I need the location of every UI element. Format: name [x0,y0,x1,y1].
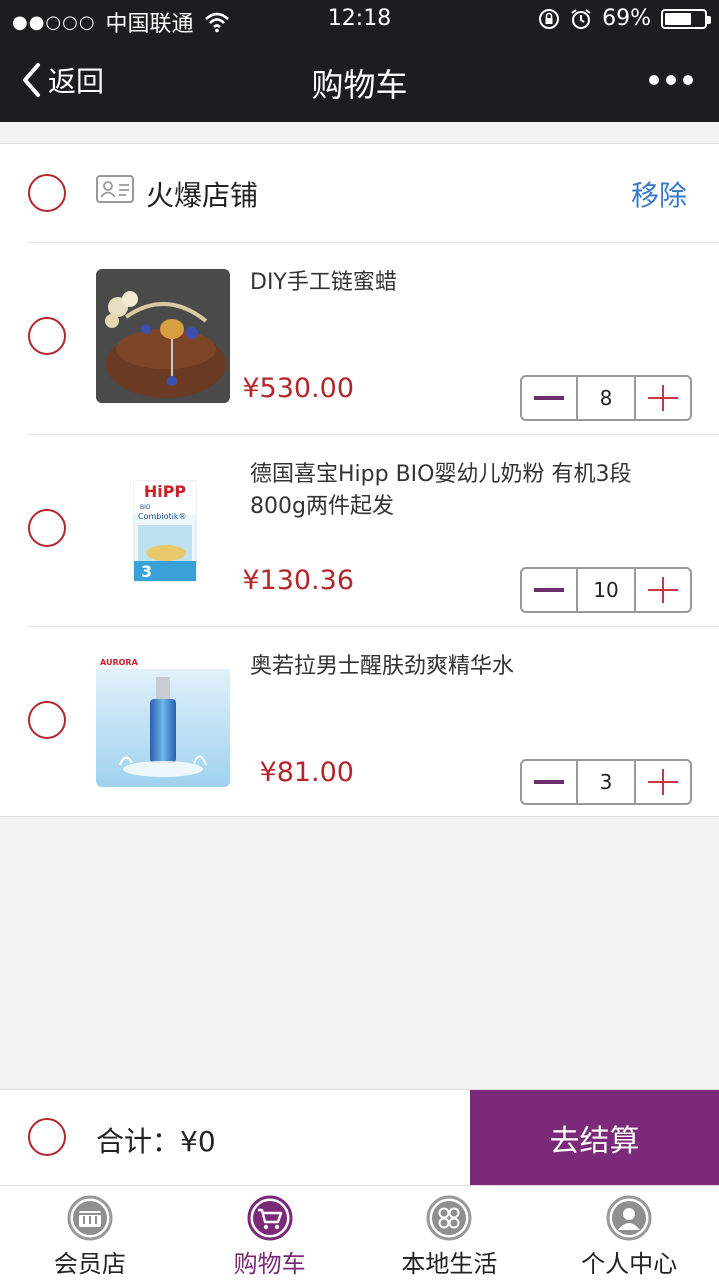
shop-name: 火爆店铺 [146,179,259,212]
cart-item: AURORA 奥若拉男士醒肤劲爽精华水 ¥81.00 [0,627,719,819]
shop-card-icon [96,175,134,203]
tab-profile[interactable]: 个人中心 [539,1186,719,1280]
remove-link[interactable]: 移除 [631,174,687,214]
bio-text: BIO [140,504,151,511]
select-all-radio[interactable] [28,1118,66,1156]
shop-header: 火爆店铺 移除 [0,144,719,242]
product-thumbnail[interactable] [96,269,230,403]
quantity-input[interactable] [576,761,636,803]
quantity-stepper [520,567,692,613]
tab-label: 购物车 [233,1250,306,1278]
more-dot-icon [649,75,659,85]
product-thumbnail[interactable]: HiPP BIO Combiotik® 3 [96,461,230,595]
more-dot-icon [666,75,676,85]
decrease-quantity-button[interactable] [522,377,576,419]
status-bar: ●●○○○ 中国联通 12:18 69% [0,0,719,40]
item-select-radio[interactable] [28,509,66,547]
product-price: ¥130.36 [242,565,354,596]
product-price: ¥81.00 [259,757,354,788]
tab-label: 个人中心 [581,1250,678,1278]
quantity-input[interactable] [576,377,636,419]
alarm-icon [571,8,591,29]
total-bar: 合计：¥0 去结算 [0,1089,719,1186]
cart-item: HiPP BIO Combiotik® 3 德国喜宝Hipp BIO婴幼儿奶粉 … [0,435,719,627]
product-thumbnail[interactable]: AURORA [96,653,230,787]
increase-quantity-button[interactable] [636,377,690,419]
quantity-stepper [520,759,692,805]
status-right: 69% [538,6,711,31]
aurora-brand-text: AURORA [100,658,139,667]
cart-list: 火爆店铺 移除 DIY手工链蜜蜡 ¥530.00 8 HiPP BIO Comb… [0,143,719,817]
tab-label: 会员店 [53,1250,126,1278]
product-name[interactable]: DIY手工链蜜蜡 [250,267,670,299]
hipp-logo-text: HiPP [144,482,187,501]
user-icon [606,1195,652,1241]
total-label: 合计： [96,1125,181,1158]
combiotik-text: Combiotik® [138,512,186,521]
hipp-milk-box-image: HiPP BIO Combiotik® 3 [96,461,230,595]
stage-number-text: 3 [141,562,152,581]
store-icon [67,1195,113,1241]
decrease-quantity-button[interactable] [522,569,576,611]
product-name[interactable]: 德国喜宝Hipp BIO婴幼儿奶粉 有机3段 800g两件起发 [250,459,670,523]
battery-fill [665,12,692,25]
local-life-icon [426,1195,472,1241]
tab-cart[interactable]: 购物车 [180,1186,360,1280]
tab-bar: 会员店 购物车 本地生活 个人中心 [0,1185,719,1280]
battery-percent: 69% [602,6,651,31]
amber-bracelet-image [96,269,230,403]
page-title: 购物车 [311,66,408,104]
cart-icon [247,1195,293,1241]
more-options-button[interactable] [649,68,693,92]
item-select-radio[interactable] [28,317,66,355]
item-select-radio[interactable] [28,701,66,739]
orientation-lock-icon [539,8,560,29]
more-dot-icon [683,75,693,85]
increase-quantity-button[interactable] [636,761,690,803]
tab-label: 本地生活 [401,1250,498,1278]
increase-quantity-button[interactable] [636,569,690,611]
total-value: ¥0 [180,1125,216,1158]
decrease-quantity-button[interactable] [522,761,576,803]
quantity-input[interactable] [576,569,636,611]
shop-select-radio[interactable] [28,174,66,212]
total-summary: 合计：¥0 [96,1120,216,1160]
quantity-stepper [520,375,692,421]
checkout-button[interactable]: 去结算 [470,1090,719,1186]
product-price: ¥530.00 [242,373,354,404]
aurora-toner-image: AURORA [96,653,230,787]
cart-item: DIY手工链蜜蜡 ¥530.00 [0,243,719,435]
product-name[interactable]: 奥若拉男士醒肤劲爽精华水 [250,651,670,683]
tab-local-life[interactable]: 本地生活 [360,1186,540,1280]
nav-bar: 返回 购物车 [0,40,719,122]
tab-member-store[interactable]: 会员店 [0,1186,180,1280]
battery-icon [661,8,711,29]
